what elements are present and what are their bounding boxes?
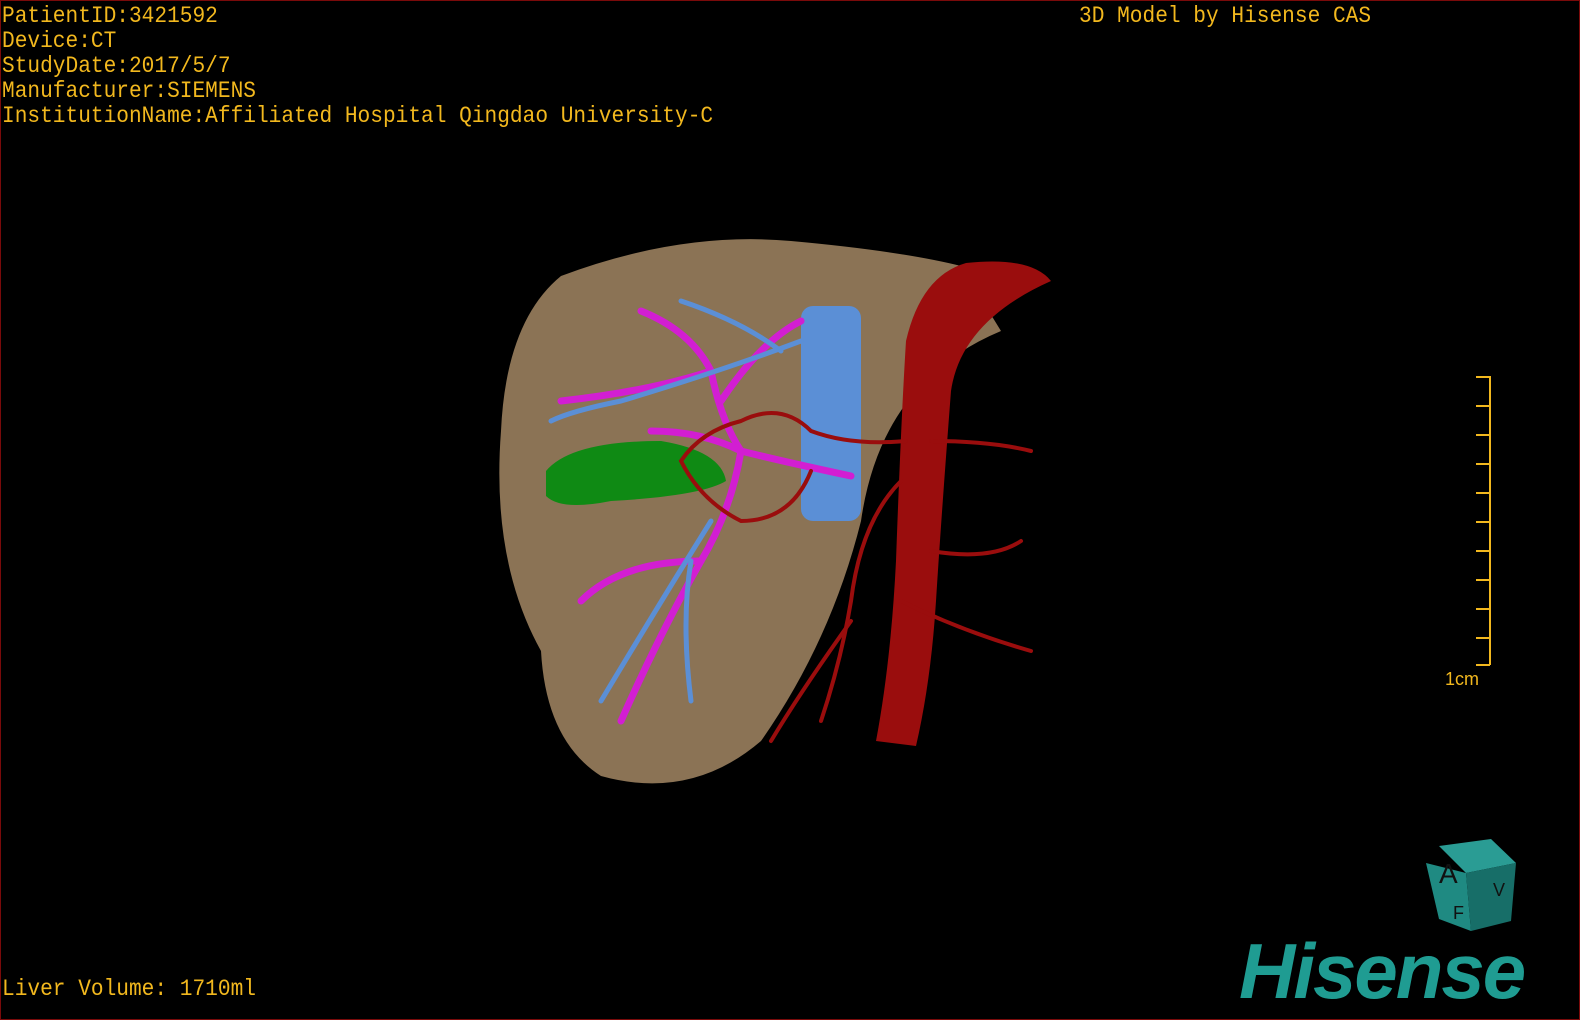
3d-viewport[interactable]: A V F PatientID:3421592 Device:CT StudyDat…: [0, 0, 1580, 1020]
orientation-cube[interactable]: A V F: [1426, 839, 1516, 931]
cube-face-v: V: [1493, 880, 1505, 900]
cube-face-a: A: [1439, 858, 1458, 889]
cube-face-f: F: [1453, 903, 1464, 923]
liver-3d-model[interactable]: A V F: [1, 1, 1580, 1020]
liver-volume: Liver Volume: 1710ml: [2, 976, 256, 1002]
institution-name: InstitutionName:Affiliated Hospital Qing…: [2, 103, 714, 129]
hisense-logo: Hisense: [1239, 927, 1526, 1015]
inferior-vena-cava: [801, 306, 861, 521]
manufacturer: Manufacturer:SIEMENS: [2, 78, 256, 104]
dicom-info: PatientID:3421592 Device:CT StudyDate:2017…: [2, 4, 713, 129]
model-brand-text: 3D Model by Hisense CAS: [1079, 3, 1372, 29]
scale-bar-label: 1cm: [1445, 669, 1480, 689]
device: Device:CT: [2, 28, 117, 54]
scale-bar: [1476, 376, 1491, 666]
study-date: StudyDate:2017/5/7: [2, 53, 231, 79]
patient-id: PatientID:3421592: [2, 3, 218, 29]
